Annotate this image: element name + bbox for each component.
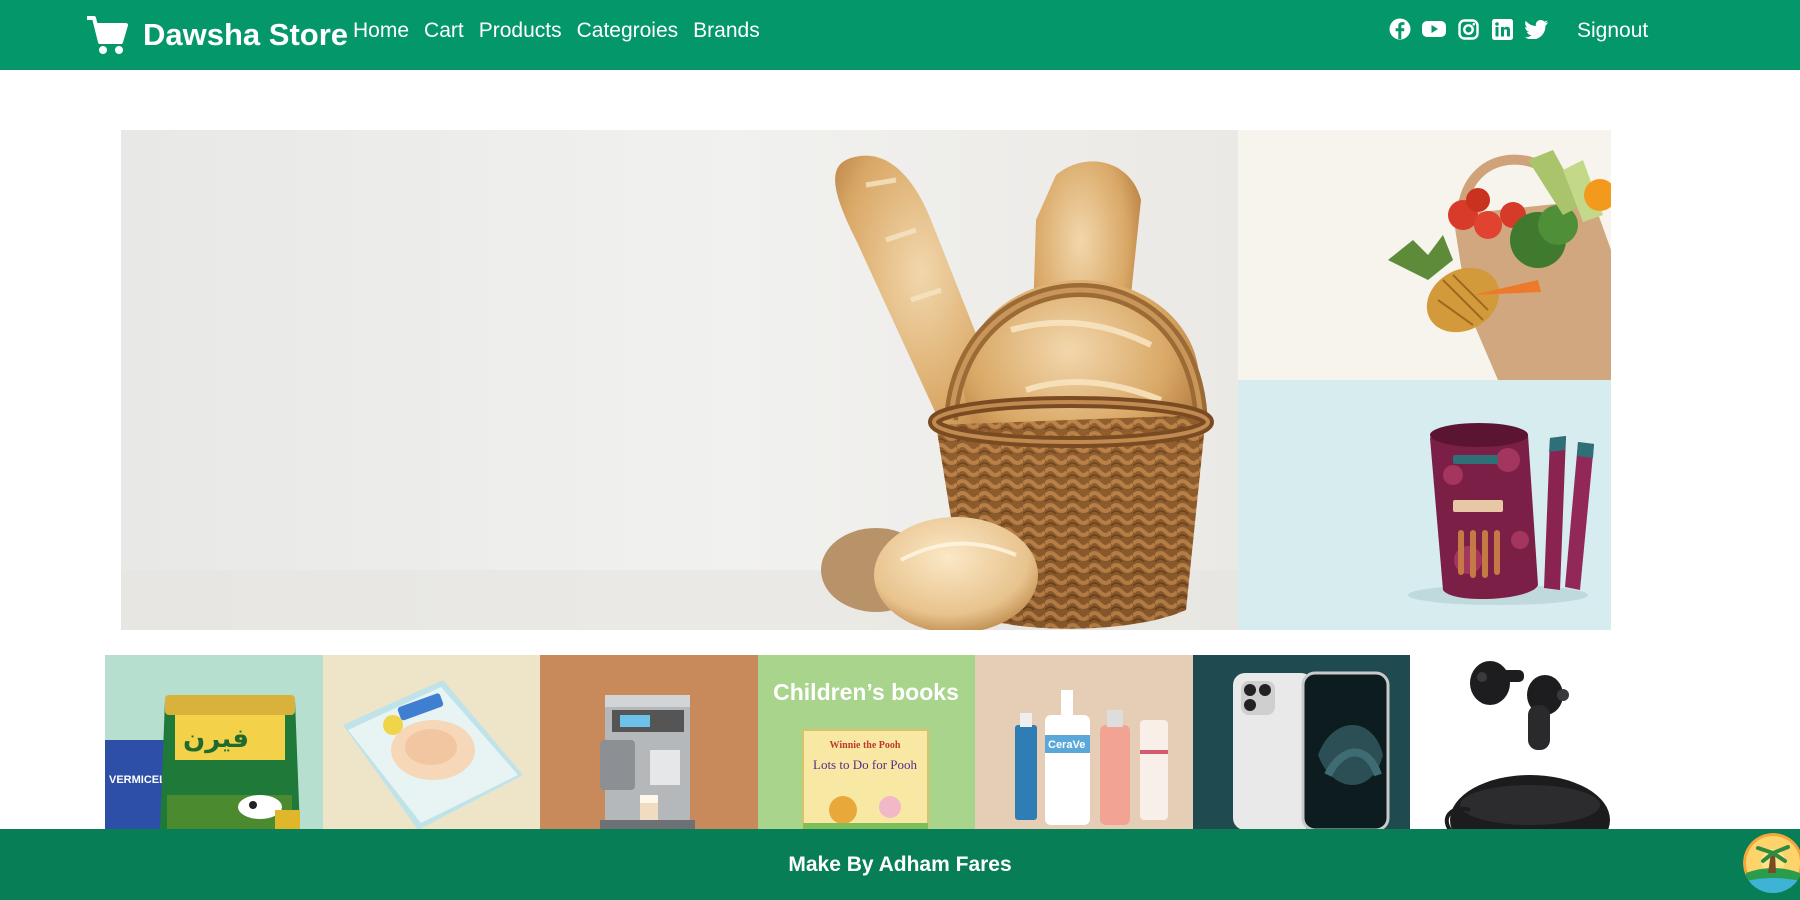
skincare-image: CeraVe (975, 655, 1193, 830)
brand[interactable]: Dawsha Store (85, 8, 348, 62)
cart-icon (87, 16, 128, 54)
hero-slider-main[interactable] (121, 130, 1238, 630)
books-banner-title: Children’s books (773, 679, 959, 705)
nav-links: Home Cart Products Categroies Brands (353, 0, 775, 62)
nav-link-categories[interactable]: Categroies (577, 19, 679, 43)
youtube-icon[interactable] (1422, 17, 1446, 41)
category-tile-grocery[interactable]: VERMICELLI فيرن (105, 655, 323, 830)
book-title: Lots to Do for Pooh (813, 757, 918, 772)
hero-banner-wafer-rolls[interactable] (1238, 380, 1611, 630)
category-tile-audio[interactable] (1410, 655, 1610, 830)
wafer-rolls-image (1238, 380, 1611, 630)
category-tile-books[interactable]: Winnie the Pooh Lots to Do for Pooh Chil… (757, 655, 975, 830)
nav-link-cart[interactable]: Cart (424, 19, 464, 43)
grocery-bag-image (1238, 130, 1611, 380)
category-tile-baby[interactable] (322, 655, 540, 830)
footer: Make By Adham Fares (0, 829, 1800, 900)
svg-text:CeraVe: CeraVe (1048, 739, 1085, 751)
instagram-icon[interactable] (1456, 17, 1480, 41)
phone-image (1192, 655, 1410, 830)
hero-banner-grocery-bag[interactable] (1238, 130, 1611, 380)
linkedin-icon[interactable] (1490, 17, 1514, 41)
avatar[interactable] (1743, 833, 1800, 893)
signout-link[interactable]: Signout (1577, 0, 1648, 62)
nav-link-home[interactable]: Home (353, 19, 409, 43)
bread-basket-image (121, 130, 1238, 630)
social-links (1388, 17, 1558, 41)
grocery-image: VERMICELLI فيرن (105, 655, 323, 830)
diapers-image (322, 655, 540, 830)
svg-text:فيرن: فيرن (183, 724, 249, 754)
footer-credit: Make By Adham Fares (788, 852, 1012, 876)
twitter-icon[interactable] (1524, 17, 1548, 41)
earbuds-image (1410, 655, 1610, 830)
facebook-icon[interactable] (1388, 17, 1412, 41)
coffee-machine-image (540, 655, 758, 830)
category-tile-mobiles[interactable] (1192, 655, 1410, 830)
category-slider: VERMICELLI فيرن Winnie the Pooh Lots to … (105, 655, 1610, 830)
category-tile-appliances[interactable] (540, 655, 758, 830)
book-brand: Winnie the Pooh (829, 740, 900, 751)
nav-link-brands[interactable]: Brands (693, 19, 760, 43)
navbar: Dawsha Store Home Cart Products Categroi… (0, 0, 1800, 70)
brand-name: Dawsha Store (143, 17, 349, 52)
nav-link-products[interactable]: Products (479, 19, 562, 43)
avatar-image (1743, 833, 1800, 893)
category-tile-beauty[interactable]: CeraVe (975, 655, 1193, 830)
